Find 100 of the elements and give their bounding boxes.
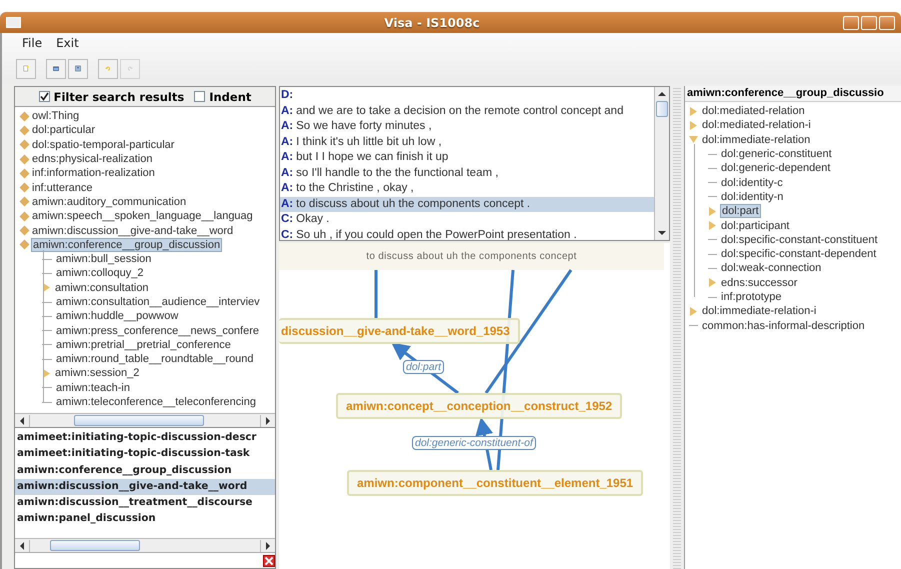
speaker-label: A: [281,182,294,194]
checkbox[interactable] [194,91,206,102]
result-item[interactable]: amiwn:panel_discussion [15,511,275,528]
scroll-right-icon[interactable] [266,416,270,424]
tree-item[interactable]: dol:participant [720,220,790,232]
tree-item[interactable]: dol:immediate-relation [701,134,812,146]
tree-item[interactable]: amiwn:session_2 [54,367,140,380]
close-button[interactable] [879,16,895,30]
expand-arrow-icon[interactable] [689,306,698,316]
tree-item[interactable]: amiwn:teach-in [55,382,131,394]
speaker-label: C: [281,213,294,225]
undo-button[interactable] [98,58,118,78]
tree-item[interactable]: edns:physical-realization [31,153,154,166]
open-button[interactable] [46,58,66,78]
tree-item[interactable]: edns:successor [720,276,798,289]
maximize-button[interactable] [861,16,877,30]
tree-item[interactable]: dol:specific-constant-dependent [720,248,878,260]
expand-arrow-icon[interactable] [708,221,717,230]
scroll-down-icon[interactable] [658,231,666,235]
window-icon [6,17,21,28]
result-item[interactable]: amimeet:initiating-topic-discussion-descr [15,430,275,446]
tree-item[interactable]: amiwn:teleconference__teleconferencing [55,396,257,408]
transcript-line[interactable]: A: to the Christine , okay , [280,181,654,196]
tree-item[interactable]: amiwn:discussion__give-and-take__word [31,224,234,237]
scroll-up-icon[interactable] [658,92,666,96]
tree-item[interactable]: dol:mediated-relation [701,105,806,118]
clear-icon[interactable] [263,554,275,566]
tree-item[interactable]: amiwn:conference__group_discussion [31,238,222,252]
transcript-line[interactable]: C: So uh , if you could open the PowerPoint presentation . [280,228,654,240]
scroll-thumb[interactable] [50,540,140,550]
minimize-button[interactable] [843,16,859,30]
result-item[interactable]: amiwn:conference__group_discussion [15,462,275,479]
horizontal-scrollbar[interactable] [15,413,275,427]
expand-arrow-icon[interactable] [42,368,51,378]
tree-item[interactable]: dol:identity-n [720,190,784,203]
transcript-line[interactable]: A: and we are to take a decision on the remote control concept and [280,104,654,119]
tree-item[interactable]: inf:utterance [31,182,94,194]
tree-item[interactable]: common:has-informal-description [701,320,866,332]
search-field[interactable] [15,552,275,568]
vertical-scrollbar[interactable] [654,87,669,240]
menu-item[interactable]: File [16,36,48,50]
expand-arrow-icon[interactable] [42,283,51,292]
transcript-line[interactable]: C: Okay . [280,212,654,228]
collapse-arrow-icon[interactable] [689,135,698,144]
new-button[interactable] [16,58,36,78]
speaker-label: A: [281,136,294,148]
result-item[interactable]: amiwn:discussion__treatment__discourse [15,495,275,512]
transcript-line[interactable]: A: I think it's uh little bit uh low , [280,134,654,150]
utterance-text: Okay . [296,213,330,225]
scroll-thumb[interactable] [74,414,204,426]
tree-item[interactable]: dol:identity-c [720,176,784,189]
checkbox[interactable] [38,91,50,102]
tree-item[interactable]: dol:weak-connection [720,262,822,274]
tree-item[interactable]: dol:immediate-relation-i [701,305,818,318]
tree-item[interactable]: dol:mediated-relation-i [701,119,812,132]
tree-item[interactable]: dol:spatio-temporal-particular [31,138,176,151]
expand-arrow-icon[interactable] [708,206,717,216]
scroll-right-icon[interactable] [266,542,270,550]
utterance-text: and we are to take a decision on the remote control concept and [296,104,624,116]
transcript-line[interactable]: A: but I I hope we can finish it up [280,150,654,166]
scroll-left-icon[interactable] [20,416,24,424]
tree-item[interactable]: dol:specific-constant-constituent [720,234,879,246]
speaker-label: A: [281,166,294,178]
horizontal-scrollbar[interactable] [15,538,275,552]
expand-arrow-icon[interactable] [708,278,717,288]
tree-item[interactable]: amiwn:press_conference__news_confere [55,324,260,337]
tree-item[interactable]: amiwn:speech__spoken_language__languag [31,210,254,222]
speaker-label: C: [281,228,294,240]
tree-item[interactable]: amiwn:bull_session [55,253,152,266]
utterance-text: So uh , if you could open the PowerPoint presentation . [296,228,577,240]
save-button[interactable] [68,58,88,78]
result-item[interactable]: amiwn:discussion__give-and-take__word [15,478,275,496]
scroll-thumb[interactable] [656,101,668,117]
tree-item[interactable]: amiwn:pretrial__pretrial_conference [55,338,232,351]
tree-item[interactable]: amiwn:consultation [54,282,150,294]
tree-item[interactable]: dol:generic-constituent [720,148,833,160]
tree-item[interactable]: amiwn:huddle__powwow [55,310,180,322]
speaker-label: A: [281,120,294,132]
transcript-line[interactable]: A: So we have forty minutes , [280,119,654,134]
tree-item[interactable]: amiwn:round_table__roundtable__round [55,353,255,366]
tree-item[interactable]: amiwn:consultation__audience__interviev [55,296,261,308]
checkbox-label: Filter search results [54,90,184,104]
tree-item[interactable]: dol:particular [31,124,96,136]
scroll-left-icon[interactable] [20,542,24,550]
utterance-text: to discuss about uh the components concept . [296,198,530,210]
menu-item[interactable]: Exit [50,36,85,50]
utterance-text: to the Christine , okay , [296,182,414,194]
edge-label: dol:part [403,360,444,374]
tree-item[interactable]: inf:prototype [720,291,783,303]
expand-arrow-icon[interactable] [689,106,698,116]
transcript-line[interactable]: D: [280,88,654,104]
expand-arrow-icon[interactable] [689,120,698,130]
result-item[interactable]: amimeet:initiating-topic-discussion-task [15,446,275,463]
tree-item[interactable]: owl:Thing [31,110,80,122]
tree-item[interactable]: dol:generic-dependent [720,162,832,174]
tree-item[interactable]: dol:part [720,204,761,218]
tree-item[interactable]: amiwn:auditory_communication [31,196,188,208]
tree-item[interactable]: amiwn:colloquy_2 [55,267,144,280]
transcript-line[interactable]: A: so I'll handle to the the functional team , [280,166,654,181]
tree-item[interactable]: inf:information-realization [31,167,156,180]
